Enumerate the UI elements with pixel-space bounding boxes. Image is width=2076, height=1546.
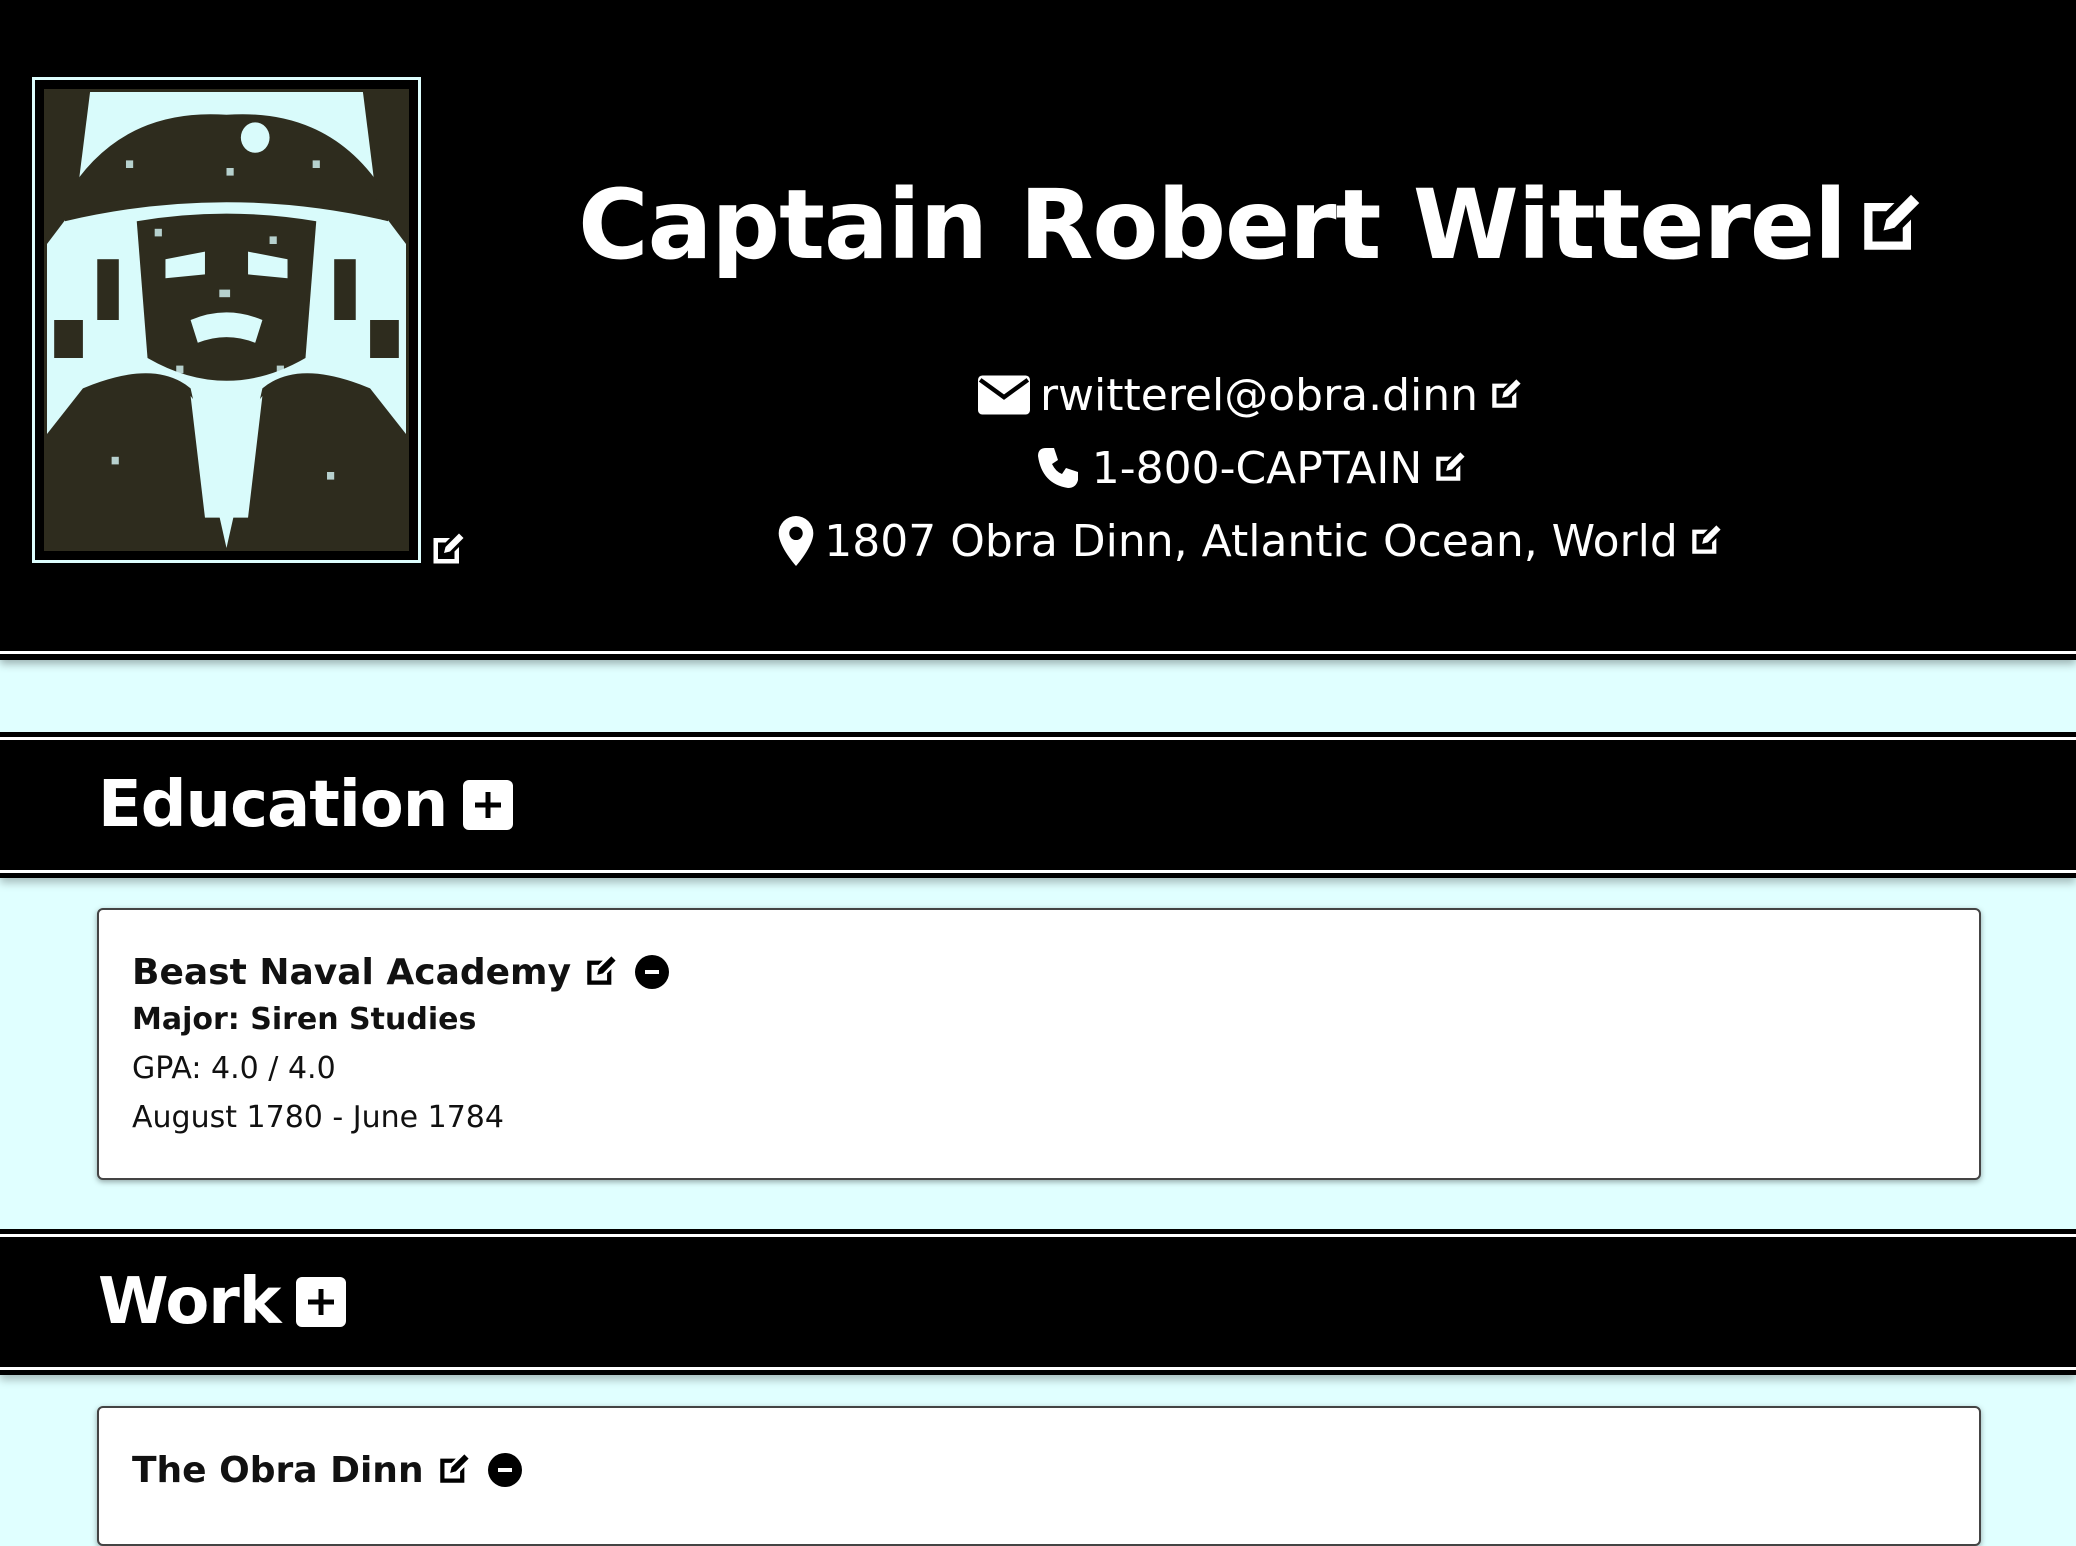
company-name: The Obra Dinn [132,1449,424,1491]
education-gpa: GPA: 4.0 / 4.0 [132,1051,336,1086]
work-title: Work [98,1265,281,1339]
edit-work-icon[interactable] [436,1453,470,1487]
envelope-icon [977,375,1030,415]
education-section-header: Education [0,737,2076,873]
add-education-button[interactable] [463,780,514,830]
education-major: Major: Siren Studies [132,1002,477,1037]
email-row: rwitterel@obra.dinn [600,365,1900,425]
profile-photo-frame [32,77,421,563]
remove-education-button[interactable] [635,955,670,989]
work-card-title-row: The Obra Dinn [132,1446,1946,1494]
phone-text: 1-800-CAPTAIN [1091,442,1423,494]
education-title: Education [98,768,448,842]
education-dates: August 1780 - June 1784 [132,1100,504,1135]
name-row: Captain Robert Witterel [578,160,1920,290]
add-work-button[interactable] [296,1277,347,1327]
email-text: rwitterel@obra.dinn [1039,369,1479,421]
profile-name: Captain Robert Witterel [578,169,1847,281]
work-card: The Obra Dinn [97,1406,1981,1546]
edit-name-icon[interactable] [1856,192,1922,258]
profile-header: Captain Robert Witterel rwitterel@obra.d… [0,0,2076,654]
remove-work-button[interactable] [487,1453,522,1487]
school-name: Beast Naval Academy [132,951,572,993]
education-card: Beast Naval Academy Major: Siren Studies… [97,908,1981,1180]
work-section-header: Work [0,1234,2076,1370]
edit-email-icon[interactable] [1488,378,1522,412]
edit-photo-icon[interactable] [429,532,465,568]
phone-icon [1034,444,1082,492]
edit-phone-icon[interactable] [1432,451,1466,485]
profile-photo [44,89,409,551]
address-text: 1807 Obra Dinn, Atlantic Ocean, World [824,515,1678,567]
address-row: 1807 Obra Dinn, Atlantic Ocean, World [600,511,1900,571]
phone-row: 1-800-CAPTAIN [600,438,1900,498]
map-pin-icon [778,516,814,566]
edit-education-icon[interactable] [583,955,617,989]
edit-address-icon[interactable] [1688,524,1722,558]
education-card-title-row: Beast Naval Academy [132,948,1946,996]
